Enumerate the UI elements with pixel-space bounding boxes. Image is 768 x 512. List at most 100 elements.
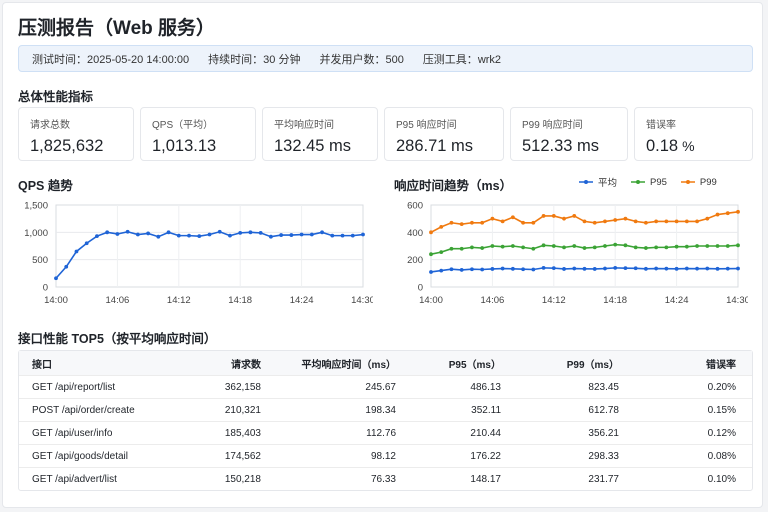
- data-point: [654, 219, 659, 224]
- data-point: [541, 265, 546, 270]
- info-value: 500: [385, 53, 404, 66]
- column-header: P99（ms）: [566, 359, 619, 371]
- data-point: [572, 266, 577, 271]
- data-point: [541, 243, 546, 248]
- metric-card-error-rate: 错误率 0.18%: [634, 107, 753, 161]
- data-point: [674, 266, 679, 271]
- x-tick-label: 14:24: [665, 295, 689, 306]
- table-cell: 148.17: [470, 473, 501, 485]
- data-point: [521, 245, 525, 250]
- y-tick-label: 400: [407, 228, 423, 239]
- data-point: [125, 229, 130, 234]
- table-cell: 0.08%: [707, 450, 736, 462]
- info-label: 压测工具：: [422, 53, 478, 66]
- data-point: [207, 232, 212, 237]
- data-point: [623, 216, 628, 221]
- metric-value: 286.71 ms: [396, 137, 503, 156]
- info-label: 并发用户数：: [319, 53, 386, 66]
- metric-value-text: 512.33 ms: [522, 137, 600, 155]
- data-point: [156, 234, 161, 239]
- data-point: [582, 266, 587, 271]
- data-point: [715, 244, 720, 248]
- info-concurrency: 并发用户数：500: [319, 51, 403, 67]
- data-point: [459, 222, 464, 227]
- metric-label: 请求总数: [30, 120, 70, 131]
- data-point: [135, 232, 140, 237]
- metric-card-p95: P95 响应时间 286.71 ms: [384, 107, 504, 161]
- data-point: [500, 244, 505, 249]
- data-point: [684, 266, 689, 271]
- latency-chart-title: 响应时间趋势（ms）: [394, 179, 513, 193]
- data-point: [470, 220, 474, 225]
- data-point: [572, 214, 577, 218]
- data-point: [480, 267, 485, 272]
- metric-label: 错误率: [646, 120, 676, 131]
- x-tick-label: 14:24: [290, 295, 314, 306]
- data-point: [644, 220, 648, 225]
- data-point: [480, 220, 485, 225]
- data-point: [340, 233, 345, 238]
- data-point: [531, 246, 536, 251]
- table-row: GET /api/goods/detail 174,562 98.12 176.…: [19, 444, 752, 467]
- latency-chart-legend: 平均 P95 P99: [579, 175, 731, 189]
- data-point: [228, 233, 232, 238]
- data-point: [684, 244, 689, 249]
- data-point: [176, 233, 181, 238]
- info-test-time: 测试时间：2025-05-20 14:00:00: [32, 51, 189, 67]
- data-point: [510, 215, 515, 220]
- qps-trend-chart: 0 500 1,000 1,500 14:00 14:06 14:12 14:18 14:24 1…: [24, 201, 373, 307]
- data-point: [449, 246, 454, 251]
- table-cell: 98.12: [370, 450, 396, 462]
- data-point: [269, 234, 273, 239]
- data-point: [459, 246, 464, 251]
- data-point: [695, 266, 699, 271]
- y-tick-label: 1,500: [24, 201, 48, 212]
- info-label: 测试时间：: [32, 53, 87, 66]
- metric-label: 平均响应时间: [274, 120, 334, 131]
- data-point: [166, 230, 171, 235]
- data-point: [521, 220, 525, 225]
- metric-value: 512.33 ms: [522, 137, 627, 156]
- data-point: [644, 246, 648, 250]
- y-tick-label: 0: [43, 283, 48, 294]
- data-point: [258, 230, 263, 235]
- data-point: [633, 219, 638, 224]
- x-tick-label: 14:30: [726, 295, 748, 306]
- data-point: [603, 244, 607, 248]
- data-point: [146, 231, 151, 236]
- table-row: POST /api/order/create 210,321 198.34 35…: [19, 398, 752, 421]
- data-point: [603, 219, 607, 224]
- table-cell: 112.76: [366, 427, 396, 439]
- data-point: [330, 233, 335, 238]
- y-tick-label: 1,000: [24, 228, 48, 239]
- data-point: [623, 243, 628, 248]
- data-point: [613, 242, 618, 247]
- data-point: [350, 233, 355, 238]
- metric-value: 1,013.13: [152, 137, 255, 156]
- data-point: [510, 244, 515, 248]
- data-point: [531, 220, 536, 225]
- page-title: 压测报告（Web 服务）: [18, 18, 216, 39]
- data-point: [54, 276, 58, 281]
- x-tick-label: 14:00: [44, 295, 68, 306]
- y-tick-label: 500: [32, 255, 48, 266]
- data-point: [725, 244, 730, 248]
- table-cell: 198.34: [365, 404, 396, 416]
- metric-value-text: 0.18: [646, 137, 679, 155]
- data-point: [470, 245, 474, 250]
- legend-line-green-icon: [631, 180, 646, 184]
- data-point: [480, 246, 485, 250]
- data-point: [217, 229, 222, 234]
- metric-card-p99: P99 响应时间 512.33 ms: [510, 107, 628, 161]
- metric-label: P99 响应时间: [522, 120, 583, 131]
- metric-card-total-requests: 请求总数 1,825,632: [18, 107, 134, 161]
- data-point: [603, 266, 607, 271]
- y-tick-label: 200: [407, 255, 423, 266]
- legend-item-p99: P99: [680, 175, 717, 189]
- metric-label: QPS（平均）: [152, 120, 214, 131]
- x-tick-label: 14:18: [228, 295, 252, 306]
- data-point: [500, 266, 505, 271]
- data-point: [695, 244, 699, 248]
- data-point: [95, 234, 99, 239]
- legend-label: P95: [650, 176, 667, 188]
